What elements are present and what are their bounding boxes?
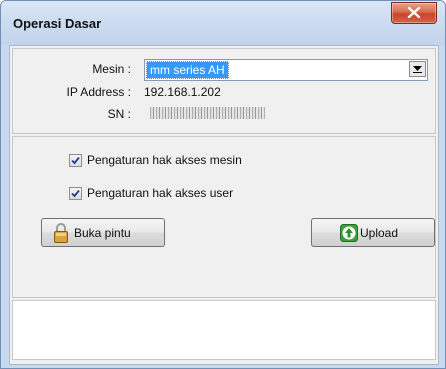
sn-label: SN : — [107, 107, 131, 121]
machine-select-value: mm series AH — [146, 61, 229, 79]
upload-icon — [340, 224, 358, 242]
machine-access-checkbox[interactable] — [69, 154, 82, 167]
lock-icon — [54, 223, 68, 243]
machine-access-label[interactable]: Pengaturan hak akses mesin — [87, 153, 242, 167]
status-area — [12, 300, 436, 360]
permissions-panel: Pengaturan hak akses mesin Pengaturan ha… — [12, 136, 436, 298]
upload-label: Upload — [360, 226, 399, 240]
dropdown-button[interactable] — [409, 61, 426, 77]
chevron-down-icon — [413, 66, 422, 73]
check-icon — [71, 156, 80, 165]
machine-select[interactable]: mm series AH — [144, 59, 428, 81]
title-bar[interactable]: Operasi Dasar — [1, 1, 445, 45]
user-access-label[interactable]: Pengaturan hak akses user — [87, 186, 233, 200]
ip-address-label: IP Address : — [66, 85, 131, 99]
dialog-window: Operasi Dasar Mesin : mm series AH IP Ad… — [0, 0, 446, 369]
user-access-checkbox[interactable] — [69, 187, 82, 200]
open-door-button[interactable]: Buka pintu — [41, 218, 165, 247]
window-title: Operasi Dasar — [13, 16, 102, 31]
device-info-panel: Mesin : mm series AH IP Address : 192.16… — [12, 48, 436, 134]
machine-label: Mesin : — [92, 62, 131, 76]
close-button[interactable] — [391, 2, 437, 24]
open-door-label: Buka pintu — [74, 226, 131, 240]
check-icon — [71, 189, 80, 198]
upload-button[interactable]: Upload — [311, 218, 435, 247]
ip-address-value: 192.168.1.202 — [144, 85, 221, 99]
dialog-body: Mesin : mm series AH IP Address : 192.16… — [9, 45, 439, 365]
sn-value-redacted — [150, 107, 265, 119]
close-icon — [407, 7, 421, 18]
